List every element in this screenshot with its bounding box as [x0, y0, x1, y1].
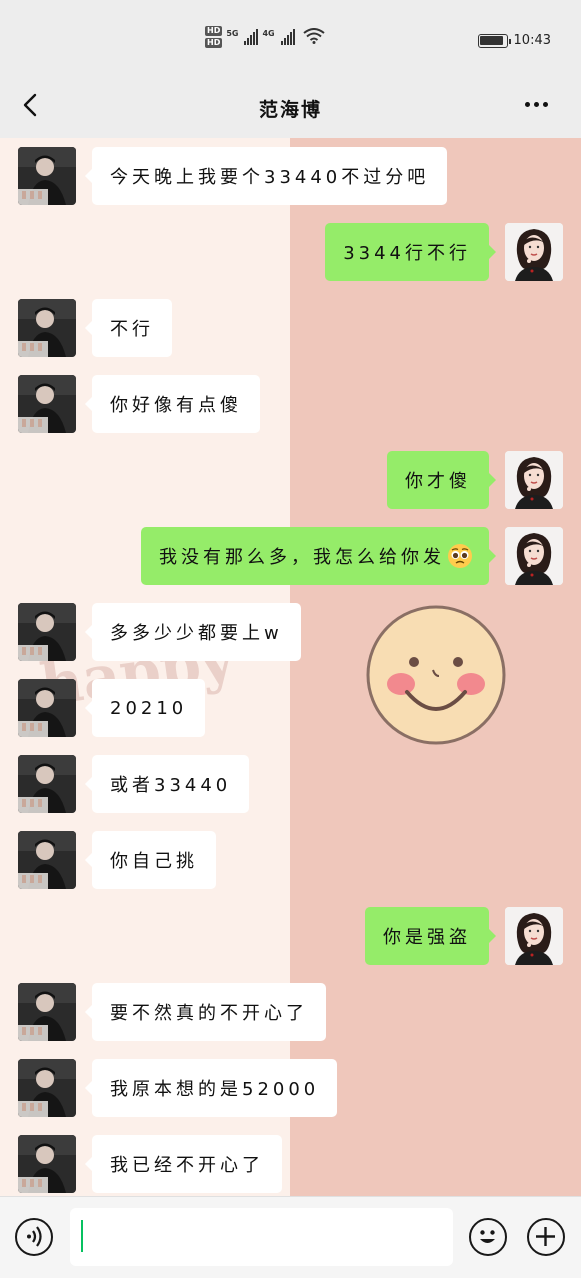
chat-header: 范海博: [0, 78, 581, 138]
message-bubble[interactable]: 多多少少都要上w: [85, 603, 301, 661]
message-bubble[interactable]: 你是强盗: [365, 907, 496, 965]
outgoing-message-row: 你才傻: [0, 451, 581, 511]
message-bubble[interactable]: 或者33440: [84, 755, 250, 813]
hd-badge: HD: [205, 26, 223, 36]
incoming-message-row: 你好像有点傻: [0, 375, 581, 435]
battery-fill: [480, 36, 503, 45]
message-bubble[interactable]: 你才傻: [387, 451, 496, 509]
message-bubble[interactable]: 3344行不行: [325, 223, 496, 281]
hd-badges: HD HD: [205, 26, 223, 48]
message-text: 我没有那么多，我怎么给你发: [159, 547, 445, 568]
emoji-icon: [480, 1230, 495, 1243]
pleading-face-emoji: [448, 544, 472, 568]
message-bubble[interactable]: 要不然真的不开心了: [85, 983, 326, 1041]
status-right: 10:43: [477, 33, 551, 48]
incoming-message-row: 20210: [0, 679, 581, 739]
network-indicators: HD HD 5G 4G: [205, 26, 325, 48]
signal-icon: [244, 29, 259, 45]
contact-avatar[interactable]: [18, 679, 76, 737]
my-avatar[interactable]: [505, 451, 563, 509]
my-avatar[interactable]: [505, 223, 563, 281]
plus-button[interactable]: [527, 1218, 565, 1256]
text-caret: [81, 1220, 83, 1252]
incoming-message-row: 或者33440: [0, 755, 581, 815]
hd-badge: HD: [205, 38, 223, 48]
outgoing-message-row: 我没有那么多，我怎么给你发: [0, 527, 581, 587]
message-text: 你自己挑: [110, 851, 198, 872]
message-text: 不行: [110, 319, 154, 340]
signal-icon: [280, 29, 295, 45]
contact-avatar[interactable]: [18, 1059, 76, 1117]
network-type-label: 5G: [226, 28, 239, 38]
contact-avatar[interactable]: [18, 755, 76, 813]
more-dots-icon: [525, 101, 530, 107]
contact-avatar[interactable]: [18, 299, 76, 357]
message-bubble[interactable]: 我原本想的是52000: [84, 1059, 338, 1117]
message-text: 你好像有点傻: [110, 395, 242, 416]
message-text: 多多少少都要上w: [110, 623, 283, 644]
battery-icon: [477, 33, 511, 48]
message-bubble[interactable]: 我没有那么多，我怎么给你发: [141, 527, 496, 585]
network-type-label: 4G: [262, 28, 275, 38]
message-bubble[interactable]: 20210: [84, 679, 206, 737]
message-text: 我已经不开心了: [110, 1155, 264, 1176]
contact-avatar[interactable]: [18, 831, 76, 889]
page-title: 范海博: [258, 98, 322, 121]
contact-avatar[interactable]: [18, 983, 76, 1041]
contact-avatar[interactable]: [18, 603, 76, 661]
status-bar: HD HD 5G 4G 10:43: [0, 0, 581, 78]
message-text: 要不然真的不开心了: [110, 1003, 308, 1024]
contact-avatar[interactable]: [18, 147, 76, 205]
outgoing-message-row: 3344行不行: [0, 223, 581, 283]
message-bubble[interactable]: 你自己挑: [85, 831, 216, 889]
message-bubble[interactable]: 不行: [85, 299, 172, 357]
my-avatar[interactable]: [505, 527, 563, 585]
message-text: 你是强盗: [383, 927, 471, 948]
incoming-message-row: 不行: [0, 299, 581, 359]
incoming-message-row: 要不然真的不开心了: [0, 983, 581, 1043]
incoming-message-row: 今天晚上我要个33440不过分吧: [0, 147, 581, 207]
voice-icon: [27, 1226, 42, 1247]
chevron-left-icon: [23, 93, 37, 117]
message-text: 20210: [110, 697, 188, 719]
message-bubble[interactable]: 今天晚上我要个33440不过分吧: [84, 147, 448, 205]
message-bubble[interactable]: 我已经不开心了: [85, 1135, 282, 1193]
message-input[interactable]: [70, 1208, 453, 1266]
message-text: 今天晚上我要个33440不过分吧: [110, 167, 430, 188]
incoming-message-row: 我已经不开心了: [0, 1135, 581, 1195]
wifi-icon: [303, 27, 325, 47]
more-options-button[interactable]: [525, 94, 555, 114]
contact-avatar[interactable]: [18, 375, 76, 433]
outgoing-message-row: 你是强盗: [0, 907, 581, 967]
message-text: 或者33440: [110, 775, 232, 796]
message-text: 我原本想的是52000: [110, 1079, 320, 1100]
more-dots-icon: [543, 101, 548, 107]
my-avatar[interactable]: [505, 907, 563, 965]
message-bubble[interactable]: 你好像有点傻: [85, 375, 260, 433]
plus-icon: [536, 1227, 555, 1246]
incoming-message-row: 多多少少都要上w: [0, 603, 581, 663]
message-text: 你才傻: [405, 471, 471, 492]
clock: 10:43: [513, 33, 551, 48]
back-button[interactable]: [20, 90, 40, 120]
chat-area[interactable]: happy 今天晚上我要个33440不过分吧 3344行不行 不行 你好像有点傻 你才傻…: [0, 138, 581, 1196]
more-dots-icon: [534, 101, 539, 107]
emoji-button[interactable]: [469, 1218, 507, 1256]
message-text: 3344行不行: [343, 243, 471, 264]
voice-button[interactable]: [15, 1218, 53, 1256]
input-bar: [0, 1196, 581, 1278]
incoming-message-row: 我原本想的是52000: [0, 1059, 581, 1119]
contact-avatar[interactable]: [18, 1135, 76, 1193]
incoming-message-row: 你自己挑: [0, 831, 581, 891]
